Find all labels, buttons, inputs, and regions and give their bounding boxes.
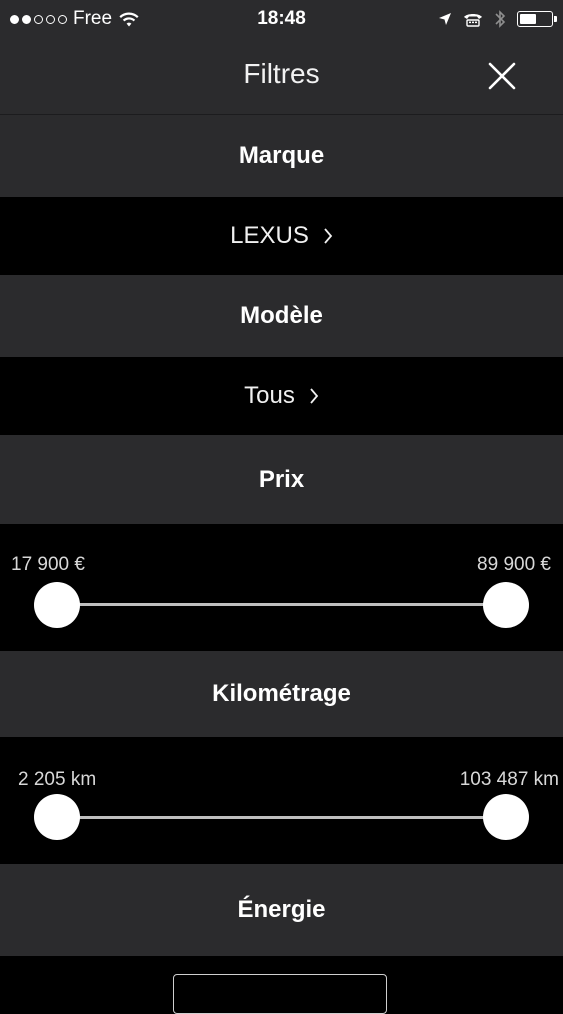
status-bar: Free 18:48 — [0, 0, 563, 40]
brand-section-header: Marque — [0, 115, 563, 197]
bluetooth-icon — [495, 10, 506, 28]
price-range-slider: 17 900 € 89 900 € — [0, 524, 563, 651]
mileage-header-label: Kilométrage — [212, 680, 351, 707]
mileage-section-header: Kilométrage — [0, 651, 563, 737]
navigation-bar: Filtres — [0, 40, 563, 115]
model-selector[interactable]: Tous — [0, 357, 563, 435]
tty-icon — [464, 13, 482, 27]
price-max-thumb[interactable] — [483, 582, 529, 628]
energy-header-label: Énergie — [237, 896, 326, 923]
location-arrow-icon — [439, 13, 451, 25]
model-header-label: Modèle — [240, 302, 323, 329]
mileage-max-thumb[interactable] — [483, 794, 529, 840]
battery-icon — [517, 11, 557, 27]
mileage-min-label: 2 205 km — [18, 769, 97, 790]
price-min-label: 17 900 € — [11, 554, 85, 575]
price-section-header: Prix — [0, 435, 563, 524]
energy-option-button[interactable] — [173, 974, 387, 1014]
mileage-min-thumb[interactable] — [34, 794, 80, 840]
brand-header-label: Marque — [238, 142, 325, 169]
brand-value: LEXUS — [230, 222, 309, 249]
close-icon[interactable] — [486, 60, 518, 92]
price-header-label: Prix — [258, 465, 305, 493]
page-title: Filtres — [243, 58, 320, 89]
status-icons — [438, 9, 557, 29]
price-slider-track[interactable] — [57, 603, 506, 606]
mileage-max-label: 103 487 km — [459, 769, 559, 790]
brand-selector[interactable]: LEXUS — [0, 197, 563, 275]
mileage-slider-track[interactable] — [57, 816, 506, 819]
chevron-right-icon — [324, 228, 333, 244]
model-section-header: Modèle — [0, 275, 563, 357]
mileage-range-slider: 2 205 km 103 487 km — [0, 737, 563, 864]
chevron-right-icon — [310, 388, 319, 404]
price-max-label: 89 900 € — [477, 554, 551, 575]
energy-section-header: Énergie — [0, 864, 563, 956]
price-min-thumb[interactable] — [34, 582, 80, 628]
model-value: Tous — [244, 382, 295, 409]
